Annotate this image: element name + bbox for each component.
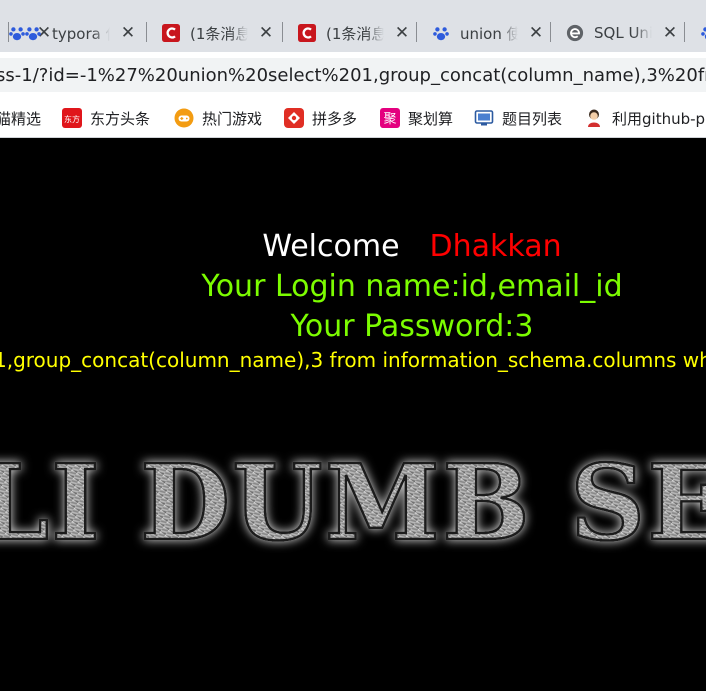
- dongfang-icon: 东方: [62, 108, 82, 128]
- bookmarks-bar: 猫精选 东方 东方头条 热门游戏 拼多多 聚 聚划算 题目列表 利用github…: [0, 98, 706, 138]
- tab-title: (1条消息: [326, 24, 384, 43]
- csdn-icon: [162, 24, 180, 42]
- tab-4[interactable]: (1条消息 ✕: [282, 14, 410, 52]
- tab-divider: [146, 22, 147, 42]
- pinduoduo-icon: [284, 108, 304, 128]
- bookmark-label: 拼多多: [312, 109, 358, 128]
- tab-3[interactable]: (1条消息 ✕: [146, 14, 274, 52]
- login-name-text: Your Login name:id,email_id: [201, 269, 623, 304]
- game-controller-icon: [174, 108, 194, 128]
- url-input[interactable]: ss-1/?id=-1%27%20union%20select%201,grou…: [0, 58, 706, 92]
- welcome-line: Welcome Dhakkan: [0, 229, 706, 265]
- juhuasuan-icon: 聚: [380, 108, 400, 128]
- tab-close-icon[interactable]: ✕: [120, 24, 136, 42]
- address-bar: ss-1/?id=-1%27%20union%20select%201,grou…: [0, 52, 706, 98]
- password-text: Your Password:3: [290, 309, 534, 344]
- tab-6[interactable]: SQL Uni ✕: [550, 14, 678, 52]
- tab-divider: [684, 22, 685, 42]
- tab-close-icon[interactable]: ✕: [528, 24, 544, 42]
- svg-text:东方: 东方: [64, 114, 80, 124]
- svg-text:聚: 聚: [383, 112, 396, 127]
- tab-close-icon[interactable]: ✕: [662, 24, 678, 42]
- tab-divider: [550, 22, 551, 42]
- bookmark-label: 东方头条: [90, 109, 151, 128]
- problem-list-icon: [474, 108, 494, 128]
- tab-title: typora 使: [52, 24, 110, 43]
- csdn-icon: [298, 24, 316, 42]
- bookmark-label: 利用github-p: [612, 109, 706, 128]
- bookmark-label: 聚划算: [408, 109, 454, 128]
- banner-text: LI DUMB SER: [0, 441, 706, 559]
- tab-divider: [8, 22, 9, 42]
- bookmark-github[interactable]: 利用github-p: [584, 106, 705, 130]
- tab-title: SQL Uni: [594, 24, 652, 42]
- bookmark-label: 猫精选: [0, 109, 42, 128]
- tab-strip: ✕ typora 使 ✕ (1条消息 ✕ (1条消息 ✕ union 使 ✕: [0, 0, 706, 52]
- tab-divider: [282, 22, 283, 42]
- tab-close-icon[interactable]: ✕: [394, 24, 410, 42]
- bookmark-dongfang[interactable]: 东方 东方头条: [62, 106, 150, 130]
- tab-title: (1条消息: [190, 24, 248, 43]
- bookmark-pinduoduo[interactable]: 拼多多: [284, 106, 357, 130]
- bookmark-label: 题目列表: [502, 109, 563, 128]
- sqli-dumb-series-banner: LI DUMB SER: [0, 440, 706, 559]
- github-avatar-icon: [584, 108, 604, 128]
- bookmark-problem-list[interactable]: 题目列表: [474, 106, 562, 130]
- baidu-paw-icon: [432, 24, 450, 42]
- welcome-text: Welcome: [262, 229, 400, 264]
- query-echo-text: 1,group_concat(column_name),3 from infor…: [0, 348, 706, 372]
- page-content: Welcome Dhakkan Your Login name:id,email_…: [0, 139, 706, 691]
- tab-5[interactable]: union 使 ✕: [416, 14, 544, 52]
- url-text[interactable]: ss-1/?id=-1%27%20union%20select%201,grou…: [0, 65, 706, 86]
- edge-e-icon: [566, 24, 584, 42]
- bookmark-juhuasuan[interactable]: 聚 聚划算: [380, 106, 453, 130]
- bookmark-tmall[interactable]: 猫精选: [0, 106, 41, 130]
- tab-divider: [416, 22, 417, 42]
- user-name: Dhakkan: [429, 229, 562, 264]
- tab-2[interactable]: typora 使 ✕: [8, 14, 136, 52]
- bookmark-label: 热门游戏: [202, 109, 263, 128]
- tab-7[interactable]: [684, 14, 706, 52]
- bookmark-hot-games[interactable]: 热门游戏: [174, 106, 262, 130]
- baidu-paw-icon: [24, 24, 42, 42]
- baidu-paw-icon: [700, 24, 706, 42]
- tab-close-icon[interactable]: ✕: [258, 24, 274, 42]
- tab-title: union 使: [460, 24, 518, 43]
